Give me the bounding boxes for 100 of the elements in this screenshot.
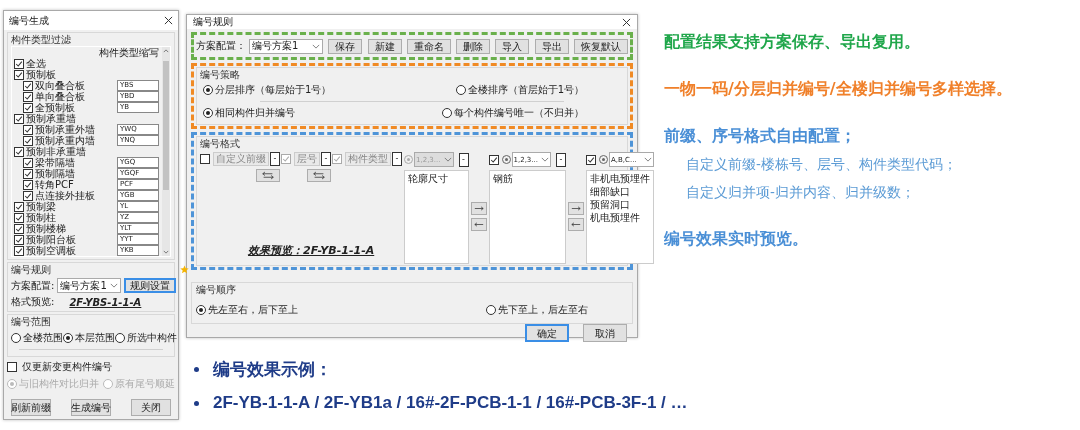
checkbox[interactable]: [488, 154, 499, 165]
note-text: 自定义归并项-归并内容、归并级数；: [685, 184, 916, 202]
move-left-button[interactable]: [568, 217, 584, 231]
toolbar-button[interactable]: 新建: [367, 38, 402, 54]
toolbar-button[interactable]: 导入: [495, 38, 530, 54]
checkbox[interactable]: [23, 179, 33, 190]
toolbar-button[interactable]: 删除: [456, 38, 491, 54]
checkbox[interactable]: [14, 69, 24, 80]
checkbox[interactable]: [586, 154, 596, 165]
close-icon[interactable]: [164, 16, 173, 25]
checkbox[interactable]: [14, 201, 24, 212]
tree-item[interactable]: 转角PCF: [35, 179, 117, 190]
tree-item[interactable]: 预制承重外墙: [35, 124, 117, 135]
radio-label[interactable]: 全楼范围: [23, 331, 63, 345]
note-text: 自定义前缀-楼栋号、层号、构件类型代码；: [685, 156, 958, 174]
scheme-select[interactable]: 编号方案1: [249, 38, 323, 54]
list-box[interactable]: 非机电预埋件 细部缺口 预留洞口 机电预埋件: [586, 170, 654, 264]
checkbox[interactable]: [14, 223, 24, 234]
scroll-bar[interactable]: [162, 47, 170, 256]
tree-item[interactable]: 全预制板: [35, 102, 117, 113]
tree-item[interactable]: 预制承重墙: [26, 113, 162, 124]
tree-item[interactable]: 预制非承重墙: [26, 146, 162, 157]
star-icon: [180, 265, 189, 274]
checkbox[interactable]: [23, 102, 33, 113]
tree-item[interactable]: 梁带隔墙: [35, 157, 117, 168]
radio-button[interactable]: [455, 85, 466, 95]
chevron-icon: [541, 157, 549, 162]
radio-label[interactable]: 分层排序（每层始于1号）: [215, 83, 332, 97]
note-text: 一物一码/分层归并编号/全楼归并编号多样选择。: [664, 79, 1013, 100]
action-button[interactable]: 生成编号: [71, 399, 111, 416]
checkbox[interactable]: [14, 245, 24, 256]
checkbox[interactable]: [23, 124, 33, 135]
dialog-button[interactable]: 确定: [525, 324, 569, 342]
column-header: 构件类型缩写: [99, 45, 159, 60]
radio-label[interactable]: 先下至上，后左至右: [498, 303, 588, 317]
rule-settings-button[interactable]: 规则设置: [123, 278, 176, 293]
tree-item[interactable]: 单向叠合板: [35, 91, 117, 102]
tree-item[interactable]: 预制梁: [26, 201, 117, 212]
separator-field[interactable]: -: [270, 152, 280, 166]
checkbox[interactable]: [14, 212, 24, 223]
swap-button[interactable]: [307, 169, 331, 182]
radio-button[interactable]: [115, 333, 125, 343]
toolbar-button[interactable]: 导出: [534, 38, 569, 54]
radio-button[interactable]: [486, 305, 496, 315]
checkbox[interactable]: [23, 168, 33, 179]
checkbox[interactable]: [200, 154, 210, 164]
radio-button[interactable]: [63, 333, 73, 343]
checkbox[interactable]: [23, 190, 33, 201]
tree-item[interactable]: 双向叠合板: [35, 80, 117, 91]
move-right-button[interactable]: [568, 201, 584, 215]
swap-button[interactable]: [256, 169, 280, 182]
checkbox[interactable]: [23, 157, 33, 168]
list-box[interactable]: 钢筋: [488, 170, 566, 264]
radio-label[interactable]: 相同构件归并编号: [215, 106, 295, 120]
radio-label[interactable]: 全楼排序（首层始于1号）: [467, 83, 584, 97]
checkbox[interactable]: [14, 146, 24, 157]
checkbox[interactable]: [23, 135, 33, 146]
radio-button[interactable]: [203, 85, 213, 95]
checkbox-label[interactable]: 仅更新变更构件编号: [22, 360, 112, 374]
radio-button[interactable]: [442, 108, 452, 118]
checkbox[interactable]: [23, 91, 33, 102]
toolbar-button[interactable]: 重命名: [406, 38, 451, 54]
action-button[interactable]: 关闭: [131, 399, 171, 416]
toolbar-button[interactable]: 保存: [328, 38, 363, 54]
tree-item[interactable]: 全选: [26, 58, 162, 69]
radio-button[interactable]: [203, 108, 213, 118]
tree-item[interactable]: 预制隔墙: [35, 168, 117, 179]
tree-item[interactable]: 预制空调板: [26, 245, 117, 256]
group-title: 编号策略: [200, 69, 241, 81]
radio-button[interactable]: [11, 333, 21, 343]
list-item[interactable]: 细部缺口: [590, 185, 650, 198]
tree-item[interactable]: 预制承重内墙: [35, 135, 117, 146]
close-icon[interactable]: [622, 17, 631, 27]
action-button[interactable]: 刷新前缀: [11, 399, 51, 416]
checkbox[interactable]: [14, 58, 24, 69]
tree-item[interactable]: 预制阳台板: [26, 234, 117, 245]
radio-button[interactable]: [196, 305, 206, 315]
tree-item[interactable]: 预制柱: [26, 212, 117, 223]
radio-label[interactable]: 本层范围: [75, 331, 115, 345]
checkbox[interactable]: [14, 113, 24, 124]
radio-label[interactable]: 先左至右，后下至上: [208, 303, 298, 317]
checkbox[interactable]: [7, 362, 17, 372]
move-right-button[interactable]: [470, 201, 487, 215]
toolbar-button[interactable]: 恢复默认: [573, 38, 628, 54]
list-item[interactable]: 非机电预埋件: [590, 172, 650, 185]
list-item[interactable]: 机电预埋件: [590, 211, 650, 224]
checkbox[interactable]: [23, 80, 33, 91]
move-left-button[interactable]: [470, 217, 487, 231]
example-text: 2F-YB-1-1-A / 2F-YB1a / 16#-2F-PCB-1-1 / 16#-PCB-3F-1 / …: [213, 393, 688, 413]
dialog-button[interactable]: 取消: [583, 324, 627, 342]
radio-label[interactable]: 所选中构件: [127, 331, 177, 345]
radio-label[interactable]: 每个构件编号唯一（不归并）: [454, 106, 584, 120]
separator-field[interactable]: -: [556, 152, 566, 167]
tree-item[interactable]: 预制楼梯: [26, 223, 117, 234]
tree-item[interactable]: 预制板: [26, 69, 162, 80]
list-item[interactable]: 钢筋: [492, 172, 562, 185]
tree-item[interactable]: 点连接外挂板: [35, 190, 117, 201]
checkbox[interactable]: [14, 234, 24, 245]
list-item[interactable]: 预留洞口: [590, 198, 650, 211]
scheme-select[interactable]: 编号方案1: [57, 278, 121, 293]
